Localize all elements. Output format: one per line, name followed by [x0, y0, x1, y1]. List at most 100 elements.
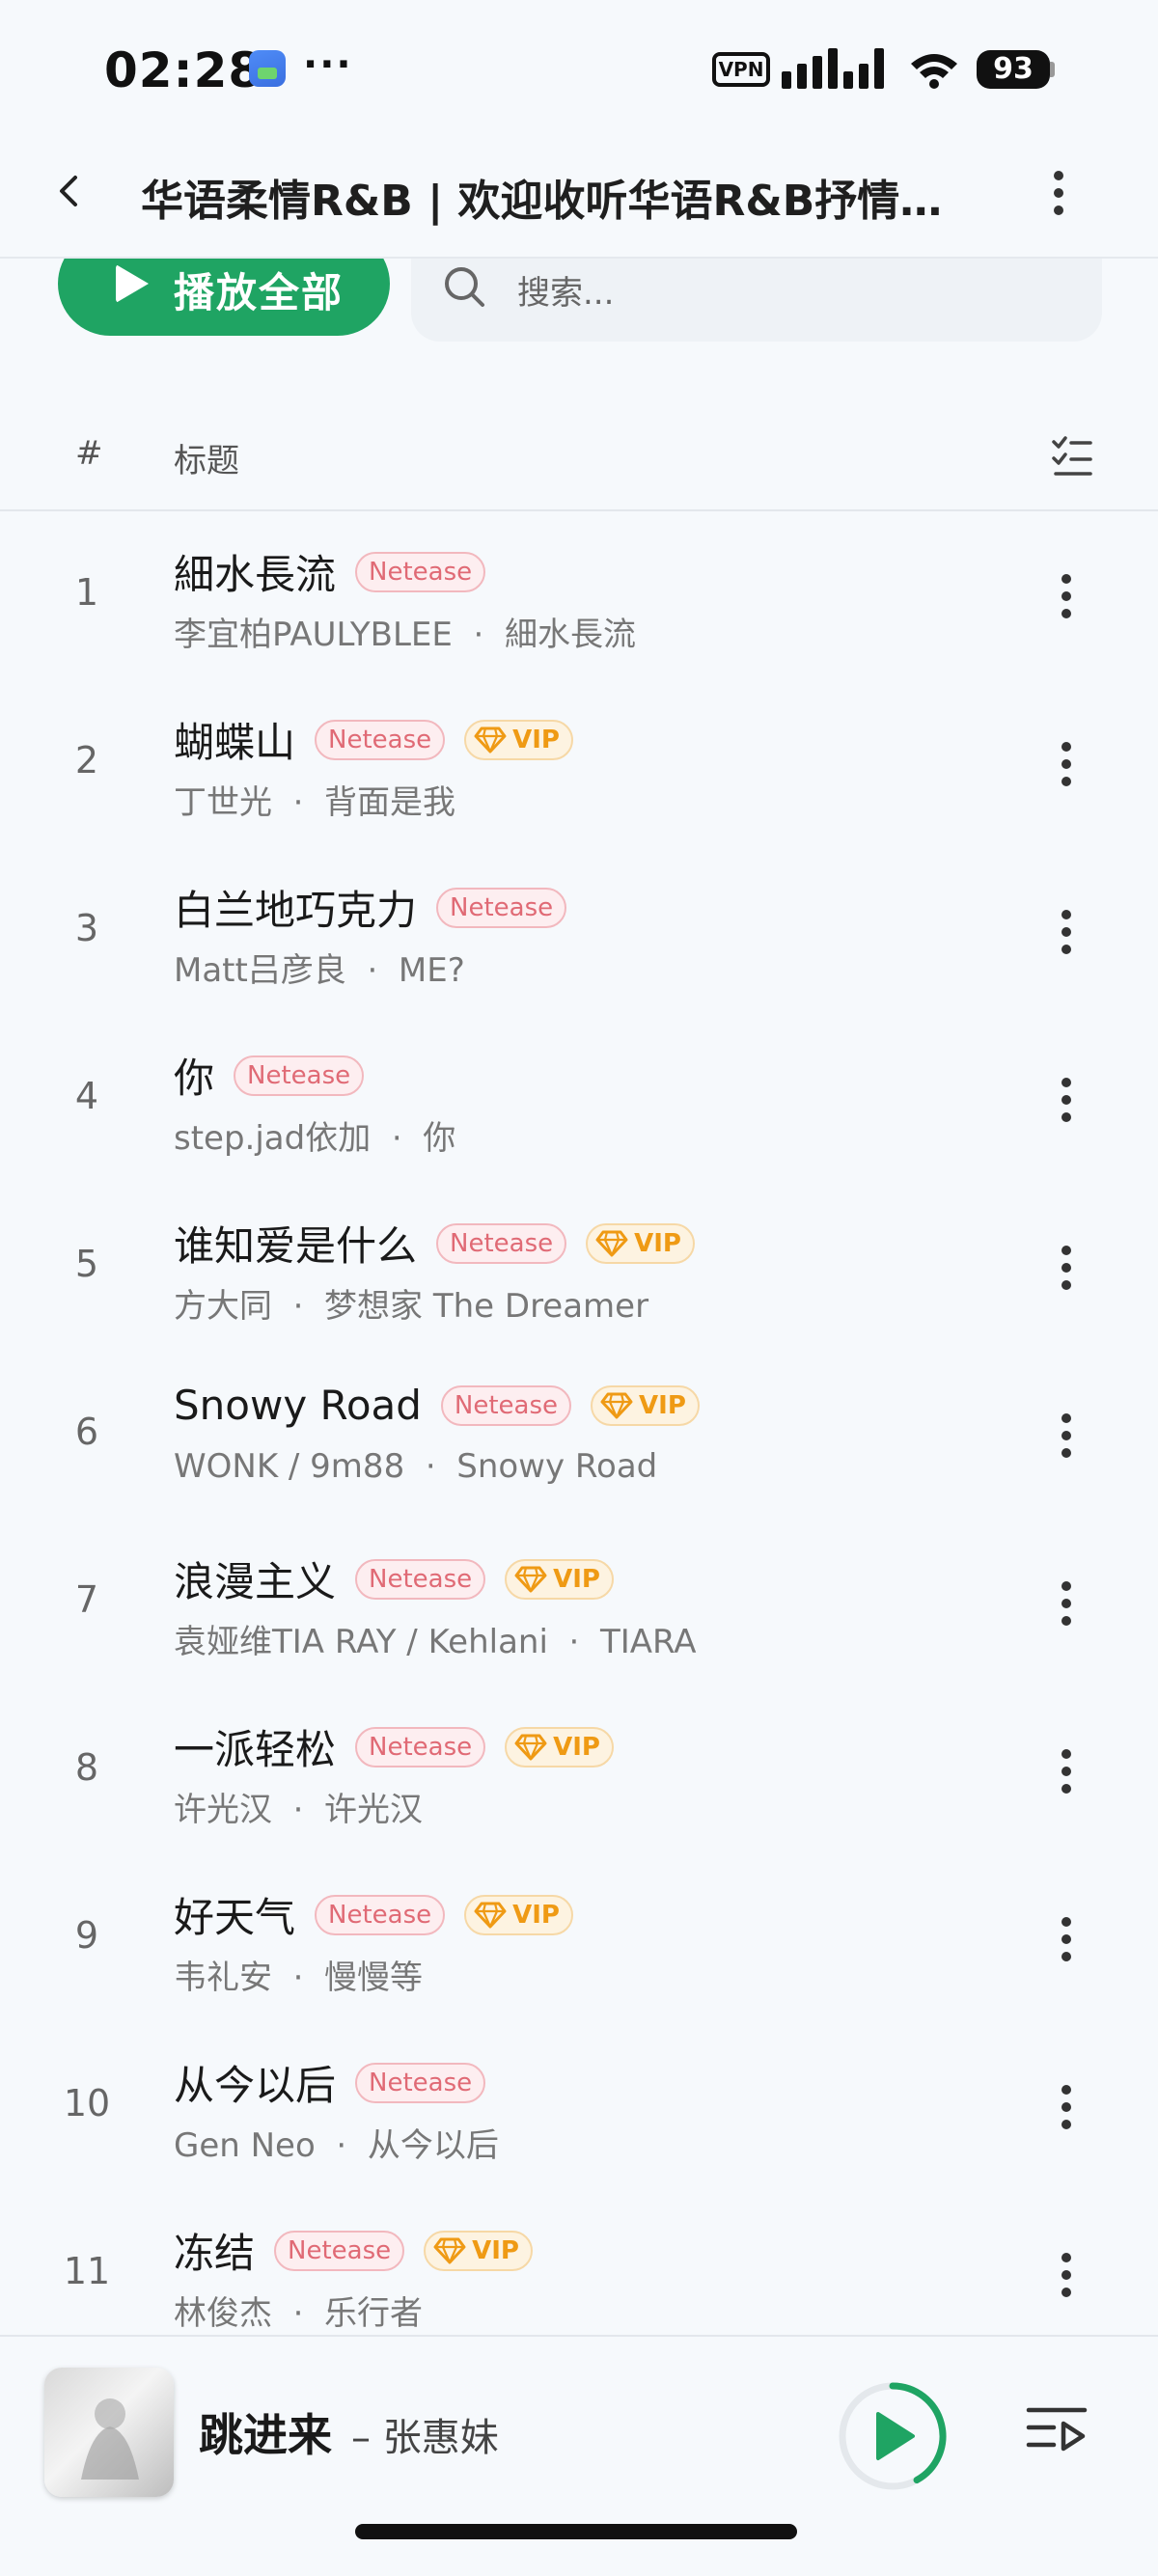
netease-badge: Netease [355, 1558, 486, 1600]
song-more-button[interactable] [1052, 1746, 1081, 1796]
song-title-line: 蝴蝶山 Netease VIP [174, 710, 573, 769]
song-more-button[interactable] [1052, 1075, 1081, 1125]
vip-label: VIP [472, 2235, 519, 2265]
song-row[interactable]: 4 你 Netease step.jad依加 · 你 [0, 1017, 1158, 1185]
play-icon [876, 2412, 915, 2460]
song-row[interactable]: 2 蝴蝶山 Netease VIP 丁世光 · 背面是我 [0, 681, 1158, 849]
separator-dot: · [371, 1119, 424, 1158]
search-placeholder: 搜索... [517, 274, 615, 313]
song-album: TIARA [599, 1623, 697, 1661]
song-more-button[interactable] [1052, 1578, 1081, 1629]
mini-player[interactable]: 跳进来 – 张惠妹 [0, 2335, 1158, 2576]
song-more-button[interactable] [1052, 739, 1081, 789]
separator-dot: · [315, 2126, 368, 2165]
song-title: 好天气 [174, 1894, 296, 1941]
back-button[interactable] [50, 172, 89, 210]
album-cover[interactable] [44, 2368, 174, 2497]
song-index: 8 [74, 1746, 99, 1789]
netease-badge: Netease [315, 719, 446, 760]
song-index: 5 [74, 1243, 99, 1285]
song-artist: 袁娅维TIA RAY / Kehlani [174, 1623, 548, 1661]
song-subtitle: Gen Neo · 从今以后 [174, 2119, 499, 2166]
song-title: 細水長流 [174, 551, 337, 598]
song-title-line: 冻结 Netease VIP [174, 2221, 533, 2280]
battery-icon: 93 [977, 50, 1050, 89]
now-playing-artist: – 张惠妹 [351, 2416, 499, 2460]
netease-badge: Netease [274, 2230, 405, 2271]
song-subtitle: WONK / 9m88 · Snowy Road [174, 1447, 657, 1486]
song-artist: 韦礼安 [174, 1959, 272, 1997]
song-list: 1 細水長流 Netease 李宜柏PAULYBLEE · 細水長流 2 蝴蝶山 Netea… [0, 513, 1158, 2335]
song-subtitle: Matt吕彦良 · ME? [174, 944, 465, 991]
separator-dot: · [272, 1791, 325, 1829]
app-notification-icon [249, 50, 286, 87]
status-time: 02:28 [104, 42, 263, 98]
song-index: 11 [63, 2250, 111, 2292]
song-more-button[interactable] [1052, 1914, 1081, 1964]
song-artist: 许光汉 [174, 1791, 272, 1829]
song-subtitle: 韦礼安 · 慢慢等 [174, 1951, 423, 1998]
song-album: 你 [423, 1119, 456, 1158]
vip-label: VIP [639, 1390, 686, 1420]
vip-badge: VIP [464, 719, 573, 760]
song-row[interactable]: 5 谁知爱是什么 Netease VIP 方大同 · 梦想家 The Dreamer [0, 1185, 1158, 1353]
play-pause-button[interactable] [836, 2379, 950, 2493]
vip-badge: VIP [464, 1894, 573, 1935]
song-title-line: 从今以后 Netease [174, 2053, 486, 2112]
song-artist: 丁世光 [174, 783, 272, 822]
separator-dot: · [272, 2294, 325, 2333]
song-more-button[interactable] [1052, 2082, 1081, 2132]
status-bar: 02:28 ··· VPN 93 [0, 0, 1158, 145]
netease-badge: Netease [440, 1384, 572, 1426]
diamond-icon [474, 1902, 507, 1928]
separator-dot: · [345, 951, 399, 990]
song-album: ME? [398, 951, 465, 990]
song-more-button[interactable] [1052, 1411, 1081, 1461]
song-more-button[interactable] [1052, 1243, 1081, 1293]
song-title-line: Snowy Road Netease VIP [174, 1382, 700, 1429]
song-row[interactable]: 6 Snowy Road Netease VIP WONK / 9m88 · Snowy… [0, 1353, 1158, 1521]
separator-dot: · [547, 1623, 600, 1661]
song-artist: 李宜柏PAULYBLEE [174, 616, 453, 654]
song-album: 许光汉 [324, 1791, 424, 1829]
song-title-line: 谁知爱是什么 Netease VIP [174, 1214, 695, 1273]
vip-label: VIP [553, 1732, 600, 1762]
song-title-line: 浪漫主义 Netease VIP [174, 1549, 614, 1608]
home-indicator[interactable] [355, 2524, 797, 2539]
song-more-button[interactable] [1052, 571, 1081, 621]
song-row[interactable]: 3 白兰地巧克力 Netease Matt吕彦良 · ME? [0, 849, 1158, 1017]
play-all-label: 播放全部 [174, 269, 345, 316]
song-more-button[interactable] [1052, 2250, 1081, 2300]
song-row[interactable]: 7 浪漫主义 Netease VIP 袁娅维TIA RAY / Kehlani · TI… [0, 1521, 1158, 1688]
song-row[interactable]: 9 好天气 Netease VIP 韦礼安 · 慢慢等 [0, 1856, 1158, 2024]
checklist-icon[interactable] [1050, 434, 1094, 479]
song-title: 从今以后 [174, 2062, 337, 2109]
more-options-button[interactable] [1044, 168, 1073, 218]
song-album: 从今以后 [367, 2126, 499, 2165]
playlist-icon[interactable] [1025, 2404, 1089, 2460]
song-index: 7 [74, 1578, 99, 1621]
song-artist: 方大同 [174, 1287, 272, 1326]
page-title: 华语柔情R&B | 欢迎收听华语R&B抒情… [141, 177, 943, 226]
song-row[interactable]: 8 一派轻松 Netease VIP 许光汉 · 许光汉 [0, 1688, 1158, 1856]
vip-label: VIP [512, 725, 560, 754]
song-artist: WONK / 9m88 [174, 1447, 405, 1486]
song-index: 9 [74, 1914, 99, 1957]
separator-dot: · [272, 1959, 325, 1997]
song-subtitle: 许光汉 · 许光汉 [174, 1783, 423, 1830]
song-more-button[interactable] [1052, 907, 1081, 957]
song-title: 谁知爱是什么 [174, 1222, 418, 1270]
diamond-icon [514, 1566, 547, 1592]
song-title: 蝴蝶山 [174, 719, 296, 766]
netease-badge: Netease [436, 887, 567, 928]
song-title-line: 一派轻松 Netease VIP [174, 1717, 614, 1776]
separator-dot: · [404, 1447, 457, 1486]
column-title-label: 标题 [174, 442, 239, 480]
song-artist: 林俊杰 [174, 2294, 272, 2333]
song-index: 2 [74, 739, 99, 781]
song-row[interactable]: 1 細水長流 Netease 李宜柏PAULYBLEE · 細水長流 [0, 513, 1158, 681]
netease-badge: Netease [234, 1055, 365, 1096]
song-row[interactable]: 10 从今以后 Netease Gen Neo · 从今以后 [0, 2024, 1158, 2192]
wifi-icon [911, 54, 957, 89]
song-row[interactable]: 11 冻结 Netease VIP 林俊杰 · 乐行者 [0, 2192, 1158, 2335]
